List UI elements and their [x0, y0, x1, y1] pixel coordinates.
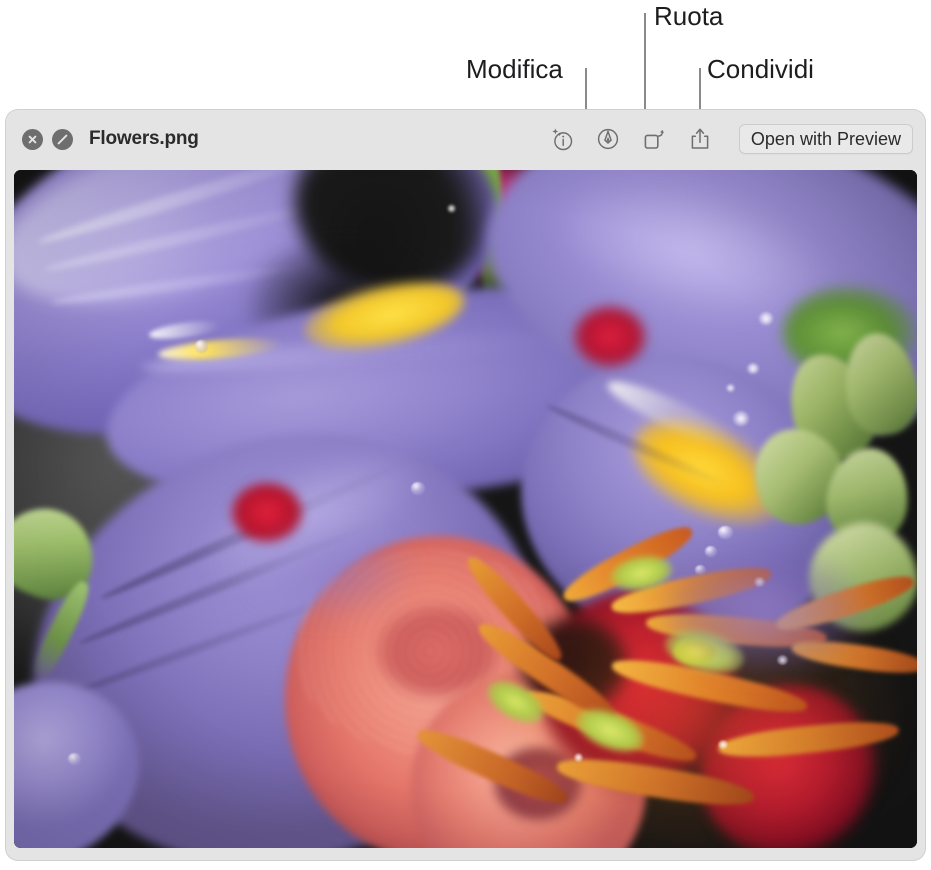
- callout-label-modifica: Modifica: [466, 56, 563, 82]
- rotate-icon[interactable]: [631, 119, 677, 159]
- quick-look-window: Flowers.png: [6, 110, 925, 860]
- photo-vignette: [14, 170, 917, 848]
- image-preview[interactable]: [14, 170, 917, 848]
- open-with-preview-button[interactable]: Open with Preview: [739, 124, 913, 154]
- close-icon[interactable]: [22, 129, 43, 150]
- toolbar-left-group: Flowers.png: [22, 128, 199, 150]
- info-icon[interactable]: [539, 119, 585, 159]
- toolbar-right-group: Open with Preview: [539, 119, 913, 159]
- flowers-photograph: [14, 170, 917, 848]
- markup-icon[interactable]: [585, 119, 631, 159]
- window-title: Flowers.png: [89, 128, 199, 150]
- share-icon[interactable]: [677, 119, 723, 159]
- callout-label-condividi: Condividi: [707, 56, 814, 82]
- quick-look-toolbar: Flowers.png: [6, 110, 925, 168]
- callout-label-ruota: Ruota: [654, 3, 723, 29]
- no-entry-icon[interactable]: [52, 129, 73, 150]
